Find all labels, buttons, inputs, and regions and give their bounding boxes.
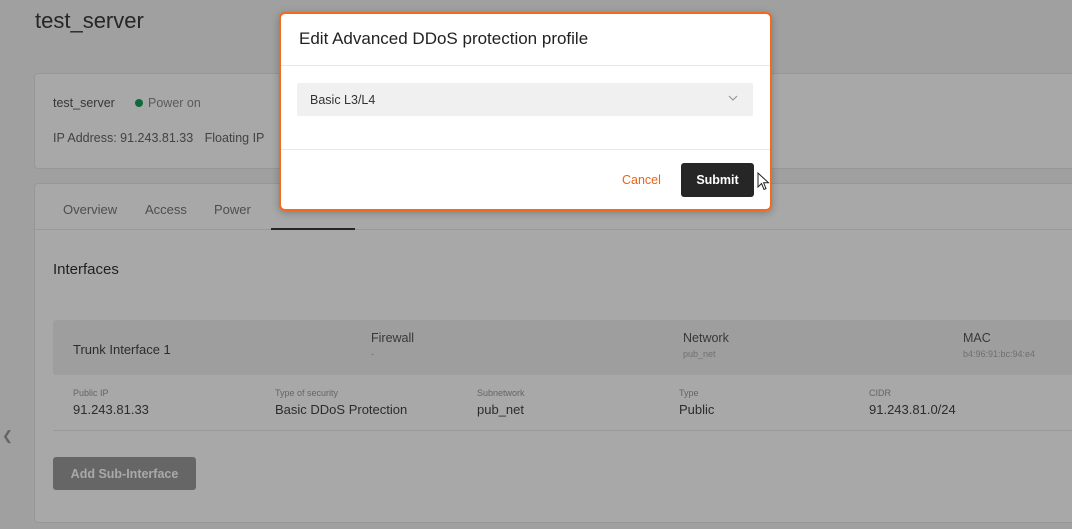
divider xyxy=(281,65,770,66)
chevron-down-icon xyxy=(728,95,738,101)
selected-profile: Basic L3/L4 xyxy=(310,93,376,107)
cursor-icon xyxy=(757,172,770,191)
divider xyxy=(281,149,770,150)
dialog-title: Edit Advanced DDoS protection profile xyxy=(299,29,589,48)
edit-ddos-profile-dialog: Edit Advanced DDoS protection profile Ba… xyxy=(279,12,772,211)
submit-button[interactable]: Submit xyxy=(681,163,754,197)
ddos-profile-select[interactable]: Basic L3/L4 xyxy=(297,83,753,116)
cancel-button[interactable]: Cancel xyxy=(622,173,661,187)
